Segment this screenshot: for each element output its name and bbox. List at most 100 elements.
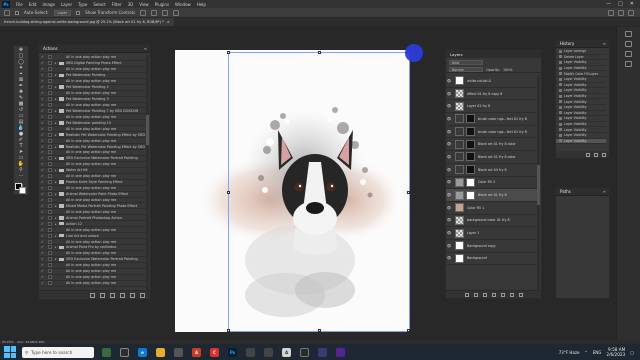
move-tool-icon[interactable] — [4, 9, 10, 16]
more-tools-icon[interactable]: ⋯ — [17, 174, 26, 179]
visibility-eye-icon[interactable]: 👁 — [446, 218, 452, 222]
visibility-eye-icon[interactable]: 👁 — [446, 193, 452, 197]
layer-thumbnail[interactable] — [455, 89, 464, 99]
menu-view[interactable]: View — [136, 2, 152, 7]
action-enabled-check-icon[interactable]: ✓ — [41, 103, 45, 107]
action-enabled-check-icon[interactable]: ✓ — [41, 91, 45, 95]
photoshop-taskbar-icon[interactable]: Ps — [228, 347, 237, 357]
action-enabled-check-icon[interactable]: ✓ — [41, 210, 45, 214]
new-snapshot-icon[interactable] — [586, 152, 590, 157]
adjustment-layer-icon[interactable] — [491, 292, 496, 297]
scrollbar-thumb[interactable] — [146, 115, 149, 145]
menu-image[interactable]: Image — [39, 2, 58, 7]
expand-triangle-icon[interactable]: ▸ — [55, 145, 58, 149]
minimize-icon[interactable]: — — [606, 1, 611, 7]
expand-triangle-icon[interactable]: ▸ — [55, 73, 58, 77]
dialog-toggle-box[interactable] — [48, 150, 52, 155]
stop-icon[interactable] — [90, 292, 95, 298]
edge-icon[interactable]: e — [138, 347, 147, 357]
actions-scrollbar[interactable] — [146, 55, 149, 290]
action-enabled-check-icon[interactable]: ✓ — [41, 115, 45, 119]
expand-triangle-icon[interactable]: ▸ — [55, 180, 58, 184]
align-left-icon[interactable] — [140, 9, 147, 16]
action-enabled-check-icon[interactable]: ✓ — [41, 156, 45, 160]
dialog-toggle-box[interactable] — [48, 85, 52, 90]
paths-dock-icon[interactable] — [625, 41, 632, 47]
layer-row[interactable]: 👁 Background — [446, 253, 539, 266]
dialog-toggle-box[interactable] — [48, 67, 52, 72]
expand-triangle-icon[interactable]: ▸ — [55, 245, 58, 249]
visibility-eye-icon[interactable]: 👁 — [446, 130, 452, 134]
dialog-toggle-box[interactable] — [48, 192, 52, 197]
dialog-toggle-box[interactable] — [48, 180, 52, 185]
action-enabled-check-icon[interactable]: ✓ — [41, 228, 45, 232]
dialog-toggle-box[interactable] — [48, 102, 52, 107]
dialog-toggle-box[interactable] — [48, 156, 52, 161]
auto-select-checkbox[interactable] — [15, 10, 19, 15]
dialog-toggle-box[interactable] — [48, 91, 52, 96]
layer-thumbnail[interactable] — [455, 152, 464, 162]
action-enabled-check-icon[interactable]: ✓ — [41, 55, 45, 59]
menu-select[interactable]: Select — [90, 2, 108, 7]
action-enabled-check-icon[interactable]: ✓ — [41, 145, 45, 149]
chrome-icon[interactable] — [264, 347, 273, 357]
expand-triangle-icon[interactable]: ▸ — [55, 61, 58, 65]
history-panel-menu-icon[interactable]: ≡ — [603, 41, 609, 46]
visibility-eye-icon[interactable]: 👁 — [446, 79, 452, 83]
new-group-icon[interactable] — [500, 292, 505, 297]
record-icon[interactable] — [100, 292, 105, 298]
dialog-toggle-box[interactable] — [48, 174, 52, 179]
properties-dock-icon[interactable] — [625, 51, 632, 57]
adobe-app-icon[interactable]: A — [192, 347, 201, 357]
visibility-eye-icon[interactable]: 👁 — [446, 168, 452, 172]
expand-triangle-icon[interactable]: ▸ — [55, 204, 58, 208]
expand-triangle-icon[interactable]: ▸ — [55, 109, 58, 113]
expand-triangle-icon[interactable]: ▸ — [55, 168, 58, 172]
kind-filter-dropdown[interactable]: Kind — [449, 60, 483, 65]
layer-mask-thumbnail[interactable] — [466, 177, 475, 187]
layer-row[interactable]: 👁 brush color ngs...fect 01 fry 8 — [446, 113, 539, 126]
layer-thumbnail[interactable] — [455, 76, 464, 86]
menu-file[interactable]: File — [13, 2, 26, 7]
tray-chevron-icon[interactable]: ⌃ — [584, 350, 587, 355]
transform-handle[interactable] — [407, 191, 410, 194]
link-layers-icon[interactable] — [464, 292, 469, 297]
transform-handle[interactable] — [318, 51, 321, 54]
action-enabled-check-icon[interactable]: ✓ — [41, 263, 45, 267]
menu-3d[interactable]: 3D — [125, 2, 137, 7]
action-enabled-check-icon[interactable]: ✓ — [41, 85, 45, 89]
scrollbar-thumb[interactable] — [537, 165, 540, 205]
dialog-toggle-box[interactable] — [48, 251, 52, 256]
visibility-eye-icon[interactable]: 👁 — [446, 104, 452, 108]
dialog-toggle-box[interactable] — [48, 275, 52, 280]
action-enabled-check-icon[interactable]: ✓ — [41, 67, 45, 71]
tab-layers[interactable]: Layers — [450, 52, 463, 57]
layers-list[interactable]: 👁 white.cut.bit.0 👁 effect 01.fry 8 copy 8 👁… — [446, 75, 539, 291]
layer-mask-thumbnail[interactable] — [466, 114, 475, 124]
dialog-toggle-box[interactable] — [48, 73, 52, 78]
dialog-toggle-box[interactable] — [48, 197, 52, 202]
history-dock-icon[interactable] — [625, 31, 632, 37]
layer-row[interactable]: 👁 Layer 01 fry 8 — [446, 100, 539, 114]
action-enabled-check-icon[interactable]: ✓ — [41, 150, 45, 154]
action-enabled-check-icon[interactable]: ✓ — [41, 192, 45, 196]
close-tab-icon[interactable]: × — [167, 20, 170, 24]
history-row[interactable]: Layer Visibility — [556, 138, 606, 145]
dialog-toggle-box[interactable] — [48, 55, 52, 60]
dialog-toggle-box[interactable] — [48, 61, 52, 66]
expand-triangle-icon[interactable]: ▸ — [55, 257, 58, 261]
action-enabled-check-icon[interactable]: ✓ — [41, 216, 45, 220]
align-right-icon[interactable] — [162, 9, 169, 16]
visibility-eye-icon[interactable]: 👁 — [446, 256, 452, 260]
acrobat-icon[interactable]: A — [282, 347, 291, 357]
actions-list[interactable]: ✓ All in one play action play me ✓ ▸ SRD Dig… — [39, 55, 147, 290]
adjustments-dock-icon[interactable] — [625, 61, 632, 67]
restore-icon[interactable]: □ — [618, 1, 623, 7]
action-enabled-check-icon[interactable]: ✓ — [41, 275, 45, 279]
layer-mask-thumbnail[interactable] — [466, 127, 475, 137]
layer-thumbnail[interactable] — [455, 139, 464, 149]
weather-status[interactable]: 73°F Haze — [559, 350, 580, 355]
layer-thumbnail[interactable] — [455, 177, 464, 187]
visibility-eye-icon[interactable]: 👁 — [446, 180, 452, 184]
dialog-toggle-box[interactable] — [48, 239, 52, 244]
